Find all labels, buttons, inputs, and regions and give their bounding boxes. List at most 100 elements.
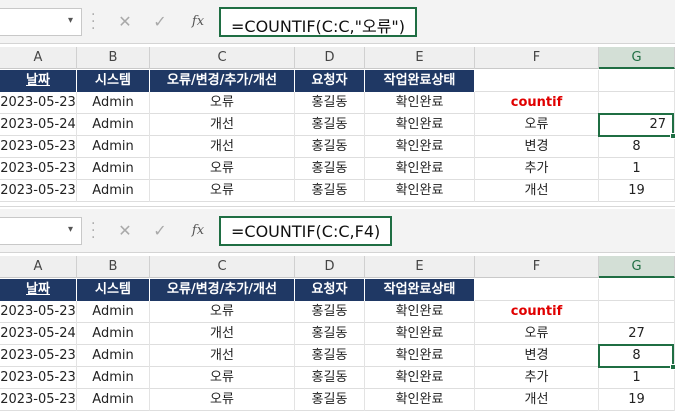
cell-status[interactable]: 확인완료 [365, 367, 475, 389]
cell-category[interactable]: 오류 [475, 323, 599, 345]
cell-count[interactable]: 27 [599, 323, 675, 345]
check-icon[interactable]: ✓ [148, 219, 172, 243]
cell-category[interactable]: 개선 [475, 180, 599, 202]
cell-type[interactable]: 개선 [150, 323, 295, 345]
cell-f-header[interactable] [475, 70, 599, 92]
cell-count[interactable] [599, 301, 675, 323]
cell-category[interactable]: 추가 [475, 158, 599, 180]
cell-type[interactable]: 오류 [150, 180, 295, 202]
cell-system[interactable]: Admin [77, 367, 150, 389]
cell-category[interactable]: 추가 [475, 367, 599, 389]
cell-g-header[interactable] [599, 279, 675, 301]
cell-f-header[interactable] [475, 279, 599, 301]
cell-type[interactable]: 오류 [150, 367, 295, 389]
cell-type[interactable]: 개선 [150, 136, 295, 158]
cell-g-header[interactable] [599, 70, 675, 92]
cell-count[interactable] [599, 92, 675, 114]
formula-input[interactable]: =COUNTIF(C:C,F4) [219, 216, 393, 246]
cell-date[interactable]: 2023-05-23 [0, 389, 77, 411]
cell-type[interactable]: 오류 [150, 301, 295, 323]
cell-requester[interactable]: 홍길동 [295, 114, 365, 136]
column-header-b[interactable]: B [77, 47, 150, 69]
selected-cell-g4[interactable] [598, 113, 675, 139]
fx-icon[interactable]: fx [186, 10, 210, 34]
cell-count[interactable]: 1 [599, 158, 675, 180]
cell-type[interactable]: 오류 [150, 92, 295, 114]
cell-requester[interactable]: 홍길동 [295, 301, 365, 323]
drag-handle-icon[interactable]: · · · [91, 8, 97, 36]
cell-status[interactable]: 확인완료 [365, 136, 475, 158]
cell-requester[interactable]: 홍길동 [295, 158, 365, 180]
cell-system[interactable]: Admin [77, 158, 150, 180]
cell-count[interactable]: 1 [599, 367, 675, 389]
cell-category[interactable]: 변경 [475, 345, 599, 367]
column-header-g[interactable]: G [599, 47, 675, 69]
selected-cell-g5[interactable] [598, 344, 675, 370]
column-header-e[interactable]: E [365, 256, 475, 278]
formula-input[interactable]: =COUNTIF(C:C,"오류") [219, 7, 418, 37]
cell-type[interactable]: 오류 [150, 389, 295, 411]
cell-date[interactable]: 2023-05-24 [0, 323, 77, 345]
column-header-a[interactable]: A [0, 256, 77, 278]
header-status[interactable]: 작업완료상태 [365, 70, 475, 92]
countif-label[interactable]: countif [475, 301, 599, 323]
close-icon[interactable]: ✕ [113, 10, 137, 34]
column-header-a[interactable]: A [0, 47, 77, 69]
close-icon[interactable]: ✕ [113, 219, 137, 243]
header-system[interactable]: 시스템 [77, 70, 150, 92]
cell-system[interactable]: Admin [77, 136, 150, 158]
cell-date[interactable]: 2023-05-23 [0, 180, 77, 202]
column-header-f[interactable]: F [475, 256, 599, 278]
cell-requester[interactable]: 홍길동 [295, 389, 365, 411]
cell-date[interactable]: 2023-05-23 [0, 158, 77, 180]
cell-system[interactable]: Admin [77, 114, 150, 136]
cell-system[interactable]: Admin [77, 180, 150, 202]
column-header-g[interactable]: G [599, 256, 675, 278]
chevron-down-icon[interactable]: ▾ [68, 224, 73, 235]
header-requester[interactable]: 요청자 [295, 279, 365, 301]
cell-status[interactable]: 확인완료 [365, 114, 475, 136]
cell-system[interactable]: Admin [77, 301, 150, 323]
cell-status[interactable]: 확인완료 [365, 180, 475, 202]
cell-type[interactable]: 오류 [150, 158, 295, 180]
header-status[interactable]: 작업완료상태 [365, 279, 475, 301]
cell-status[interactable]: 확인완료 [365, 389, 475, 411]
chevron-down-icon[interactable]: ▾ [68, 15, 73, 26]
cell-requester[interactable]: 홍길동 [295, 136, 365, 158]
drag-handle-icon[interactable]: · · · [91, 217, 97, 245]
name-box[interactable]: ▾ [0, 217, 82, 245]
column-header-f[interactable]: F [475, 47, 599, 69]
cell-system[interactable]: Admin [77, 323, 150, 345]
cell-requester[interactable]: 홍길동 [295, 367, 365, 389]
cell-status[interactable]: 확인완료 [365, 158, 475, 180]
cell-date[interactable]: 2023-05-24 [0, 114, 77, 136]
fill-handle[interactable] [670, 364, 675, 370]
cell-date[interactable]: 2023-05-23 [0, 367, 77, 389]
column-header-b[interactable]: B [77, 256, 150, 278]
cell-status[interactable]: 확인완료 [365, 345, 475, 367]
cell-status[interactable]: 확인완료 [365, 301, 475, 323]
cell-date[interactable]: 2023-05-23 [0, 301, 77, 323]
column-header-d[interactable]: D [295, 256, 365, 278]
cell-count[interactable]: 8 [599, 136, 675, 158]
cell-requester[interactable]: 홍길동 [295, 323, 365, 345]
fill-handle[interactable] [670, 133, 675, 139]
header-type[interactable]: 오류/변경/추가/개선 [150, 279, 295, 301]
cell-system[interactable]: Admin [77, 345, 150, 367]
cell-date[interactable]: 2023-05-23 [0, 345, 77, 367]
cell-system[interactable]: Admin [77, 92, 150, 114]
cell-date[interactable]: 2023-05-23 [0, 136, 77, 158]
cell-category[interactable]: 변경 [475, 136, 599, 158]
check-icon[interactable]: ✓ [148, 10, 172, 34]
cell-type[interactable]: 개선 [150, 345, 295, 367]
cell-requester[interactable]: 홍길동 [295, 345, 365, 367]
cell-count[interactable]: 19 [599, 389, 675, 411]
fx-icon[interactable]: fx [186, 219, 210, 243]
cell-category[interactable]: 오류 [475, 114, 599, 136]
cell-date[interactable]: 2023-05-23 [0, 92, 77, 114]
countif-label[interactable]: countif [475, 92, 599, 114]
cell-count[interactable]: 19 [599, 180, 675, 202]
header-type[interactable]: 오류/변경/추가/개선 [150, 70, 295, 92]
cell-requester[interactable]: 홍길동 [295, 92, 365, 114]
cell-status[interactable]: 확인완료 [365, 323, 475, 345]
